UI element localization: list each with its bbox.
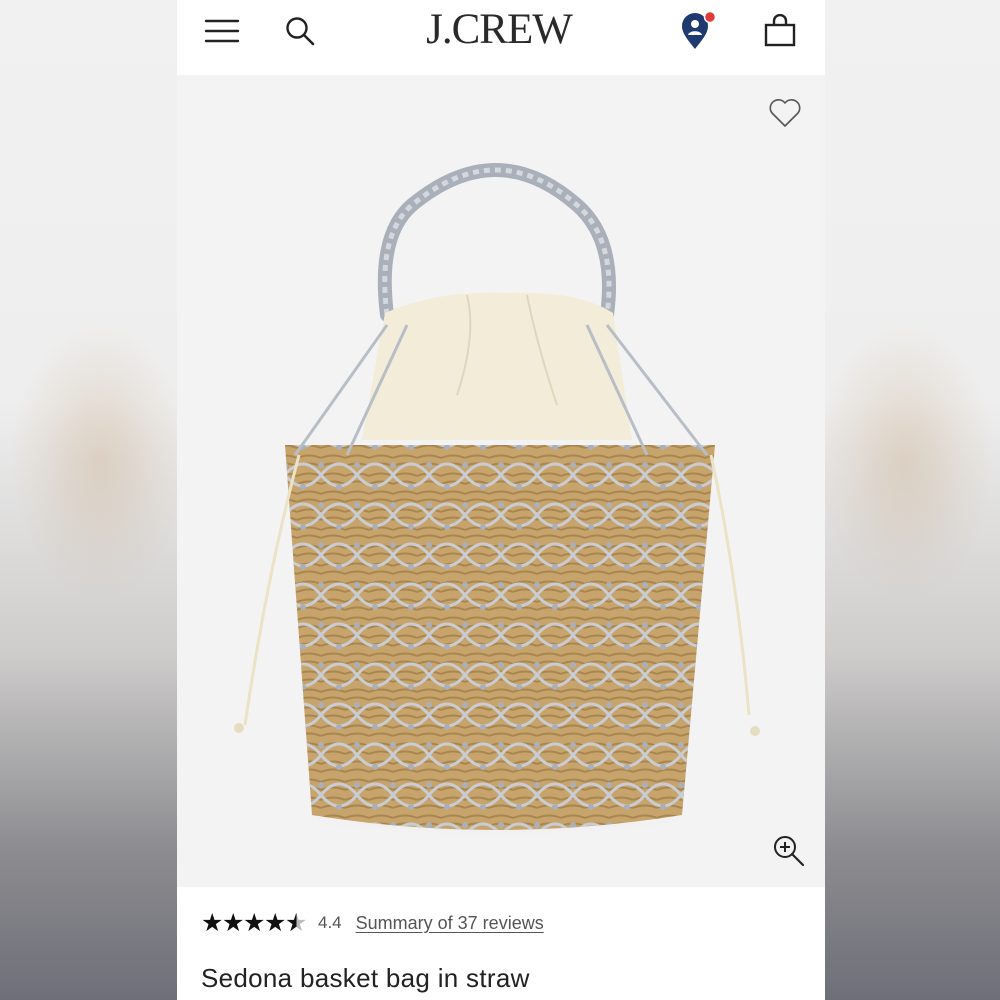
location-pin-icon[interactable] [673, 8, 723, 54]
heart-icon[interactable] [767, 95, 803, 129]
search-icon[interactable] [275, 8, 325, 54]
product-image-area[interactable] [177, 75, 825, 887]
star-icon: ★ [264, 908, 287, 937]
brand-logo[interactable]: J.CREW [409, 5, 589, 55]
star-icon: ★ [243, 908, 266, 937]
zoom-in-icon[interactable] [771, 833, 807, 869]
product-title: Sedona basket bag in straw [201, 963, 530, 993]
product-info: ★ ★ ★ ★ ★ 4.4 Summary of 37 reviews Sedo… [177, 887, 825, 1000]
background-left [0, 0, 190, 1000]
star-icon: ★ [201, 908, 224, 937]
reviews-link[interactable]: Summary of 37 reviews [356, 913, 544, 934]
half-star-icon: ★ [285, 908, 308, 937]
notification-dot [703, 10, 717, 24]
star-rating: ★ ★ ★ ★ ★ [201, 908, 308, 937]
site-header: J.CREW [177, 0, 825, 75]
hamburger-menu-icon[interactable] [197, 8, 247, 54]
mobile-screen: J.CREW ★ ★ ★ ★ ★ 4.4 Summary of 37 revie… [177, 0, 825, 1000]
star-icon: ★ [222, 908, 245, 937]
product-image [234, 163, 760, 837]
shopping-bag-icon[interactable] [755, 8, 805, 54]
rating-row: ★ ★ ★ ★ ★ 4.4 Summary of 37 reviews [201, 909, 544, 937]
background-right [815, 0, 1000, 1000]
rating-value: 4.4 [318, 913, 342, 932]
